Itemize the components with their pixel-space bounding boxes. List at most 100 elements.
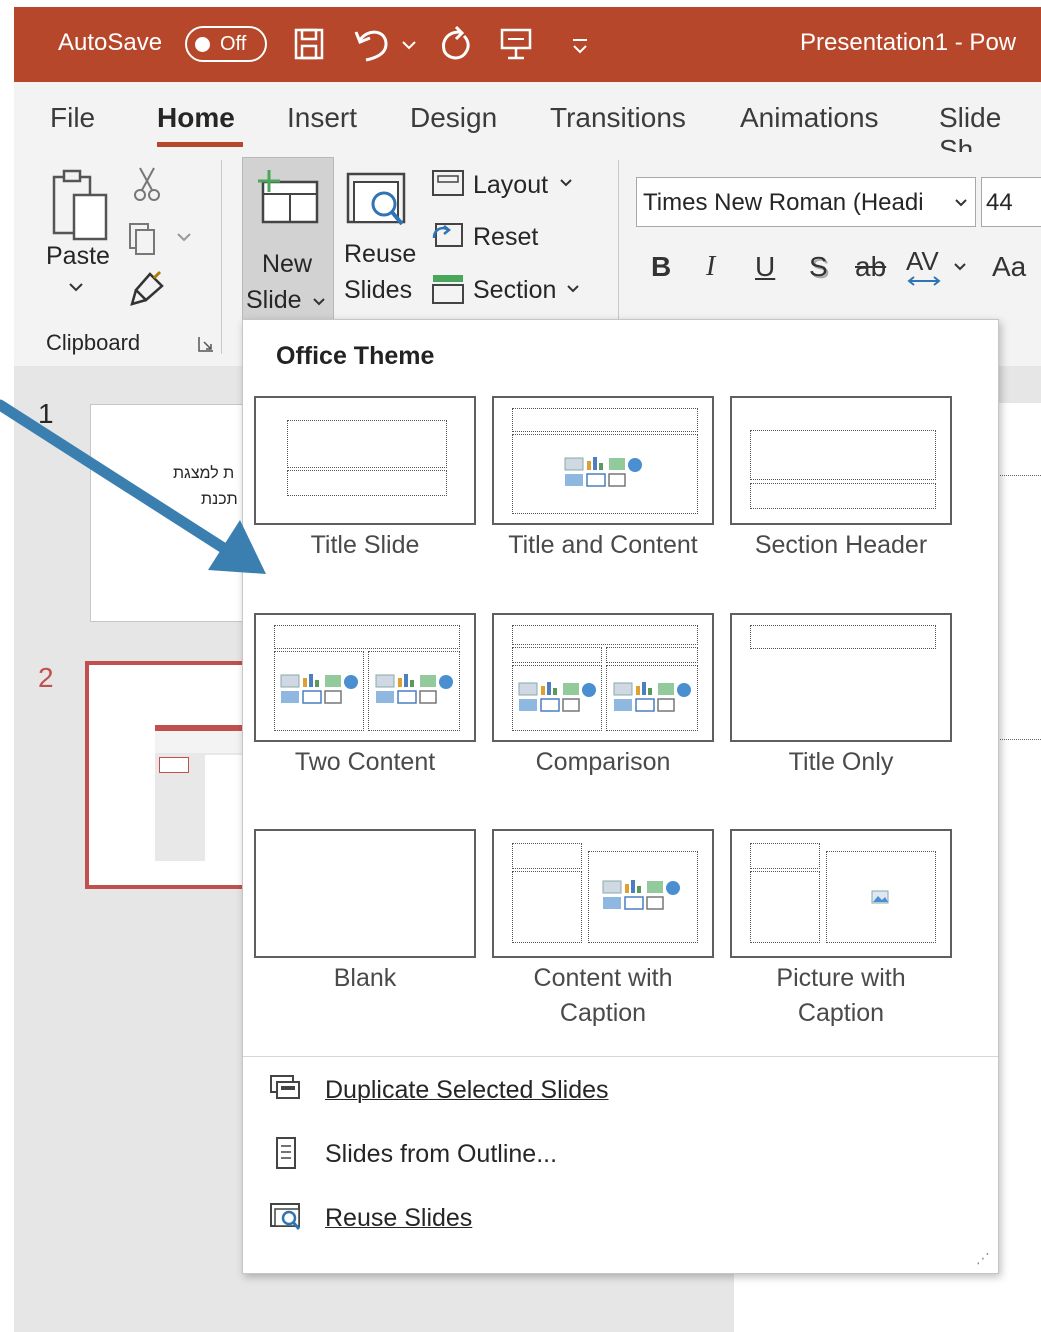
title-bar: AutoSave Off Presentation1 - Pow (14, 7, 1041, 82)
slide-number: 1 (38, 398, 54, 429)
font-size-value: 44 (986, 189, 1013, 216)
layout-label: Two Content (294, 748, 436, 776)
ribbon-tabs: File Home Insert Design Transitions Anim… (14, 82, 1041, 165)
layout-label-line-2: Caption (797, 999, 885, 1027)
paste-label[interactable]: Paste (46, 242, 110, 271)
placeholder (368, 651, 460, 731)
layout-label: Section Header (754, 531, 928, 559)
slide-thumbnail-text: תכנת (201, 491, 238, 508)
reuse-slides-menu-icon (270, 1203, 301, 1230)
layout-label-line-2: Caption (559, 999, 647, 1027)
section-label[interactable]: Section (473, 276, 556, 305)
content-insert-icons (280, 674, 358, 704)
reset-icon[interactable] (430, 220, 466, 250)
reuse-slides-icon[interactable] (344, 170, 414, 230)
character-spacing-button[interactable]: AV (906, 246, 939, 277)
spacing-arrows-icon (907, 276, 941, 286)
tab-home[interactable]: Home (157, 102, 235, 134)
placeholder (512, 871, 582, 943)
tab-animations[interactable]: Animations (740, 102, 879, 134)
placeholder (512, 665, 602, 731)
placeholder (274, 625, 460, 649)
copy-icon[interactable] (126, 220, 196, 256)
layout-thumbnail (254, 829, 476, 958)
active-tab-indicator (157, 142, 243, 147)
tab-file[interactable]: File (50, 102, 95, 134)
new-slide-label-2: Slide (246, 286, 302, 314)
placeholder (750, 430, 936, 480)
layout-thumbnail (254, 613, 476, 742)
placeholder (606, 647, 698, 663)
reuse-slides-label-1[interactable]: Reuse (344, 240, 416, 269)
font-dropdown-icon[interactable] (953, 196, 969, 210)
layout-thumbnail (730, 829, 952, 958)
format-painter-icon[interactable] (130, 270, 166, 306)
placeholder (287, 420, 447, 468)
placeholder (750, 483, 936, 509)
text-shadow-button[interactable]: S (809, 251, 828, 283)
placeholder (512, 647, 602, 663)
menu-item-label: Duplicate Selected Slides (325, 1076, 609, 1104)
reuse-slides-item[interactable]: Reuse Slides (267, 1194, 667, 1244)
font-name-combobox[interactable]: Times New Roman (Headi (636, 177, 976, 227)
slide-thumbnail-1[interactable]: ת למצגת תכנת (90, 404, 260, 622)
spacing-dropdown-icon[interactable] (952, 260, 968, 274)
present-icon[interactable] (498, 24, 534, 64)
new-slide-button[interactable]: New Slide (242, 157, 334, 322)
toggle-knob-icon (195, 37, 210, 52)
layout-thumbnail (492, 396, 714, 525)
save-icon[interactable] (292, 24, 328, 64)
layout-thumbnail (730, 396, 952, 525)
layout-label: Content with Caption (492, 961, 714, 1031)
layout-dropdown-icon[interactable] (558, 176, 574, 190)
layout-label[interactable]: Layout (473, 171, 548, 200)
font-name-value: Times New Roman (Headi (643, 189, 924, 216)
reset-label[interactable]: Reset (473, 223, 538, 252)
reuse-slides-label-2[interactable]: Slides (344, 276, 412, 305)
clipboard-launcher-icon[interactable] (196, 334, 216, 354)
autosave-toggle[interactable]: Off (185, 26, 267, 62)
resize-grip-icon[interactable]: ⋰ (976, 1250, 990, 1267)
section-icon[interactable] (430, 272, 466, 306)
strikethrough-button[interactable]: ab (855, 251, 886, 283)
layout-label: Title Only (788, 748, 894, 776)
customize-toolbar-icon[interactable] (568, 24, 592, 64)
tab-transitions[interactable]: Transitions (550, 102, 686, 134)
placeholder (274, 651, 364, 731)
italic-button[interactable]: I (706, 251, 715, 283)
slides-from-outline-item[interactable]: Slides from Outline... (267, 1130, 667, 1180)
autosave-label: AutoSave (58, 29, 163, 56)
font-size-combobox[interactable]: 44 (981, 177, 1041, 227)
layout-icon[interactable] (430, 168, 466, 198)
content-insert-icons (375, 674, 453, 704)
bold-button[interactable]: B (651, 251, 671, 283)
clipboard-group-label: Clipboard (46, 330, 141, 355)
underline-button[interactable]: U (755, 251, 775, 283)
undo-dropdown-icon[interactable] (398, 24, 420, 64)
layout-label: Blank (333, 964, 397, 992)
layout-label: Picture with Caption (730, 961, 952, 1031)
placeholder (512, 625, 698, 645)
document-title: Presentation1 - Pow (800, 29, 1017, 56)
paste-icon[interactable] (48, 167, 112, 247)
placeholder (606, 665, 698, 731)
slide-thumbnail-2-selected[interactable] (85, 661, 265, 889)
undo-icon[interactable] (352, 24, 396, 64)
change-case-button[interactable]: Aa (992, 251, 1026, 283)
layout-thumbnail (492, 829, 714, 958)
content-insert-icons (518, 682, 596, 712)
section-dropdown-icon[interactable] (565, 282, 581, 296)
redo-icon[interactable] (438, 24, 474, 64)
placeholder (826, 851, 936, 943)
tab-insert[interactable]: Insert (287, 102, 357, 134)
menu-item-label: Slides from Outline... (325, 1140, 558, 1168)
new-slide-label-1: New (262, 250, 313, 278)
duplicate-selected-slides-item[interactable]: Duplicate Selected Slides (267, 1066, 667, 1116)
picture-placeholder-icon (871, 890, 889, 904)
cut-icon[interactable] (132, 166, 162, 202)
screenshot-thumb (159, 757, 189, 773)
gallery-section-title: Office Theme (276, 342, 435, 370)
slide-thumbnail-text: ת למצגת (173, 465, 235, 482)
paste-dropdown-icon[interactable] (66, 280, 86, 294)
tab-design[interactable]: Design (410, 102, 497, 134)
